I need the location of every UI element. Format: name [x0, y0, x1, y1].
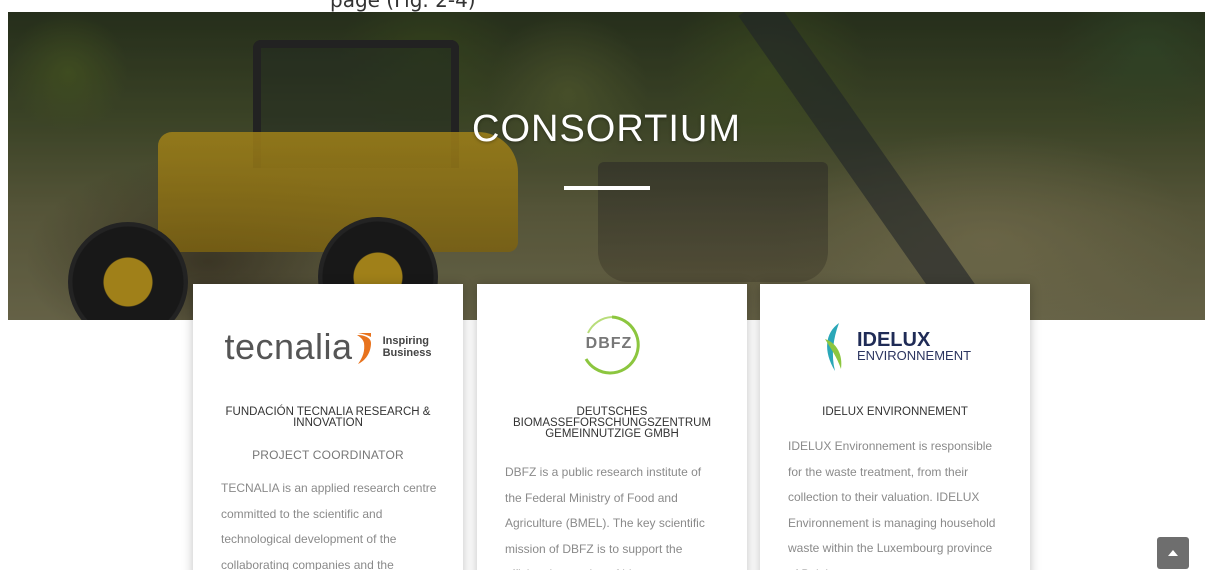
dbfz-logo: DBFZ — [477, 312, 747, 382]
top-partial-text: page (Fig. 2-4) — [330, 0, 476, 12]
partner-name: IDELUX ENVIRONNEMENT — [822, 406, 968, 418]
page-title: CONSORTIUM — [472, 108, 741, 150]
scroll-to-top-button[interactable] — [1157, 537, 1189, 569]
partner-cards: tecnalia Inspiring Business FUNDACIÓN TE… — [193, 284, 1033, 570]
tecnalia-logo-word: tecnalia — [224, 326, 353, 367]
tecnalia-tagline-2: Business — [382, 347, 432, 359]
partner-card-idelux: IDELUX ENVIRONNEMENT IDELUX ENVIRONNEMEN… — [760, 284, 1030, 570]
partner-card-tecnalia: tecnalia Inspiring Business FUNDACIÓN TE… — [193, 284, 463, 570]
idelux-logo: IDELUX ENVIRONNEMENT — [760, 312, 1030, 382]
tecnalia-tagline-1: Inspiring — [382, 335, 430, 347]
hero-banner: CONSORTIUM — [8, 12, 1205, 320]
idelux-logo-word: IDELUX — [856, 329, 931, 351]
dbfz-logo-word: DBFZ — [585, 335, 633, 352]
partner-description: IDELUX Environnement is responsible for … — [788, 439, 996, 570]
idelux-leaf-icon — [824, 323, 842, 371]
chevron-up-icon — [1168, 550, 1178, 556]
page: page (Fig. 2-4) CONSORTIUM tecnalia Insp… — [0, 0, 1205, 570]
idelux-logo-subword: ENVIRONNEMENT — [856, 348, 972, 363]
tecnalia-logo: tecnalia Inspiring Business — [193, 312, 463, 382]
partner-card-dbfz: DBFZ DEUTSCHES BIOMASSEFORSCHUNGSZENTRUM… — [477, 284, 747, 570]
tecnalia-mark-icon — [356, 333, 371, 364]
partner-name: DEUTSCHES BIOMASSEFORSCHUNGSZENTRUM GEME… — [512, 406, 712, 440]
partner-description: TECNALIA is an applied research centre c… — [221, 481, 437, 570]
partner-role: PROJECT COORDINATOR — [252, 448, 404, 462]
hero-overlay — [8, 12, 1205, 320]
partner-description: DBFZ is a public research institute of t… — [505, 465, 705, 570]
partner-name: FUNDACIÓN TECNALIA RESEARCH & INNOVATION — [225, 406, 431, 429]
title-underline — [564, 186, 650, 190]
top-cropped-text-strip: page (Fig. 2-4) — [0, 0, 1205, 12]
